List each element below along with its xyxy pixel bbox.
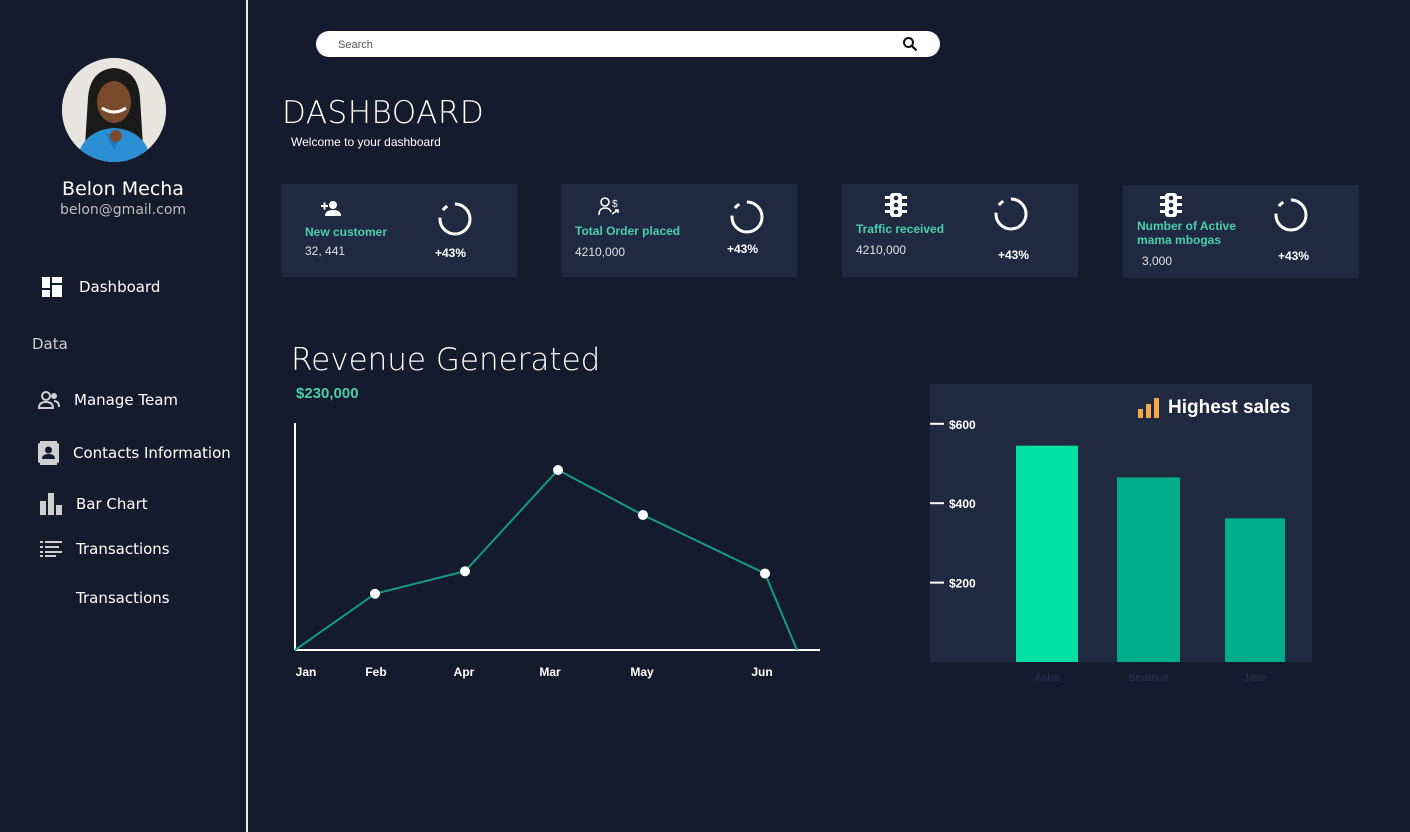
sidebar-item-label: Dashboard: [79, 278, 161, 296]
stat-card-total-orders: $ Total Order placed 4210,000 +43%: [561, 184, 797, 277]
stat-card-traffic: Traffic received 4210,000 +43%: [842, 184, 1078, 277]
user-email: belon@gmail.com: [59, 202, 187, 218]
sidebar-item-transactions-2[interactable]: Transactions: [76, 589, 170, 607]
data-point: [370, 588, 380, 599]
people-dollar-icon: $: [598, 197, 619, 216]
stat-card-value: 4210,000: [856, 243, 907, 257]
stat-card-label: Number of Active mama mbogas: [1137, 219, 1236, 247]
stat-card-value: 32, 441: [305, 244, 346, 258]
stat-card-change: +43%: [727, 242, 759, 256]
x-tick-label: Mar: [539, 665, 561, 679]
sidebar-item-label: Contacts Information: [73, 444, 231, 462]
stat-card-value: 3,000: [1142, 254, 1173, 268]
y-tick-label: $200: [949, 577, 976, 591]
progress-ring-icon: [438, 202, 472, 236]
svg-text:$: $: [612, 199, 618, 210]
sidebar-item-transactions[interactable]: Transactions: [40, 540, 170, 558]
stat-card-active-mama-mbogas: Number of Active mama mbogas 3,000 +43%: [1123, 185, 1359, 278]
bar: [1117, 477, 1180, 662]
person-add-icon: [321, 201, 341, 216]
avatar[interactable]: [62, 58, 166, 162]
search-input[interactable]: [336, 35, 880, 55]
stat-card-change: +43%: [435, 246, 467, 260]
x-tick-label: Beatrice: [1128, 672, 1168, 684]
page-subtitle: Welcome to your dashboard: [291, 135, 441, 149]
progress-ring-icon: [730, 200, 764, 234]
sidebar-item-bar-chart[interactable]: Bar Chart: [40, 493, 148, 515]
traffic-light-icon: [885, 193, 907, 217]
x-tick-label: Feb: [365, 665, 386, 679]
x-tick-label: Apr: [454, 665, 475, 679]
traffic-light-icon: [1160, 193, 1182, 217]
sidebar-section-data: Data: [32, 335, 68, 353]
x-tick-label: Asha: [1034, 672, 1060, 684]
sidebar-item-label: Transactions: [76, 540, 170, 558]
stat-card-value: 4210,000: [575, 245, 626, 259]
user-name: Belon Mecha: [62, 178, 184, 200]
stat-card-change: +43%: [1278, 249, 1310, 263]
progress-ring-icon: [994, 197, 1028, 231]
sidebar-item-dashboard[interactable]: Dashboard: [42, 277, 160, 297]
sidebar-item-label: Transactions: [76, 589, 170, 607]
sidebar-item-label: Manage Team: [74, 391, 178, 409]
data-point: [460, 566, 470, 577]
list-icon: [40, 541, 62, 557]
y-tick-label: $600: [949, 418, 976, 432]
x-tick-label: May: [630, 665, 654, 679]
revenue-amount: $230,000: [296, 385, 359, 402]
data-point: [553, 465, 563, 475]
stat-card-label: New customer: [305, 225, 388, 239]
x-tick-label: Jan: [296, 665, 317, 679]
stat-card-label-line2: mama mbogas: [1137, 233, 1222, 247]
bar: [1016, 445, 1078, 662]
contacts-icon: [38, 441, 59, 465]
x-tick-label: Jane: [1243, 672, 1267, 684]
data-point: [760, 568, 770, 579]
data-point: [638, 510, 648, 520]
stat-card-change: +43%: [998, 248, 1030, 262]
page-title: DASHBOARD: [282, 95, 485, 131]
series-line: [294, 468, 798, 651]
revenue-line-chart: Jan Feb Apr Mar May Jun: [294, 423, 820, 679]
sidebar-item-manage-team[interactable]: Manage Team: [38, 390, 178, 410]
stat-card-label: Traffic received: [856, 222, 945, 236]
highest-sales-bar-chart: $600 $400 $200 Asha Beatrice Jane: [930, 418, 1285, 684]
stat-card-label-line1: Number of Active: [1137, 219, 1236, 233]
sidebar-item-label: Bar Chart: [76, 495, 148, 513]
stat-card-new-customer: New customer 32, 441 +43%: [281, 184, 517, 277]
stat-card-label: Total Order placed: [575, 224, 681, 238]
x-tick-label: Jun: [751, 665, 772, 679]
sidebar: Belon Mecha belon@gmail.com Dashboard Da…: [0, 0, 248, 832]
search-bar[interactable]: [316, 31, 940, 57]
dashboard-icon: [42, 277, 62, 297]
progress-ring-icon: [1274, 198, 1308, 232]
revenue-title: Revenue Generated: [291, 342, 601, 378]
bar-chart-icon: [40, 493, 62, 515]
bar: [1225, 518, 1285, 662]
sidebar-item-contacts[interactable]: Contacts Information: [38, 441, 231, 465]
y-tick-label: $400: [949, 497, 976, 511]
people-icon: [38, 391, 60, 409]
search-icon[interactable]: [902, 36, 918, 52]
